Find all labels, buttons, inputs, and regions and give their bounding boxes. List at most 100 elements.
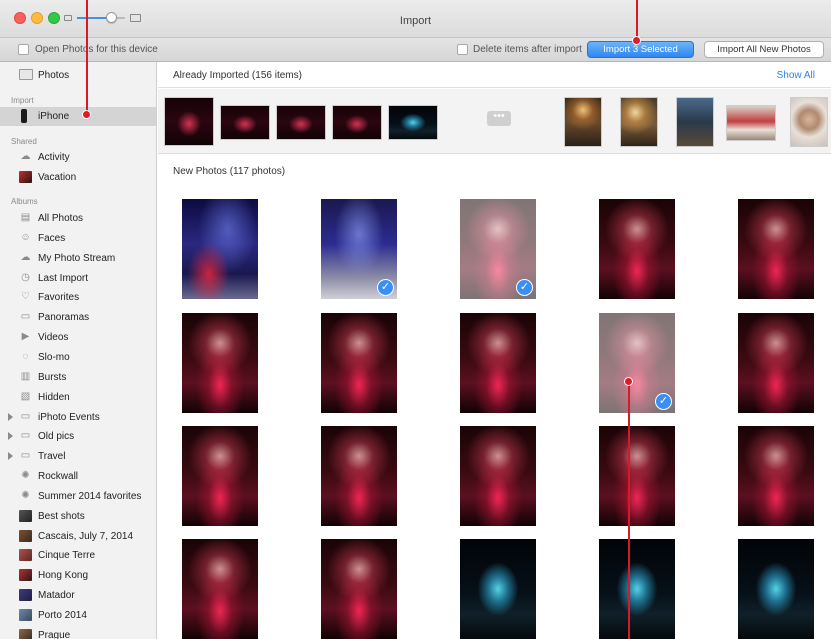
callout-line-photo-selection xyxy=(628,381,630,639)
imported-thumbnail[interactable] xyxy=(276,105,326,140)
sidebar-item-label: Rockwall xyxy=(38,471,79,482)
new-photo-thumbnail-selected[interactable]: ✓ xyxy=(460,199,536,299)
sidebar-item-porto-2014[interactable]: Porto 2014 xyxy=(0,606,156,625)
sidebar-item-label: Vacation xyxy=(38,172,77,183)
sidebar-item-vacation[interactable]: Vacation xyxy=(0,168,156,187)
new-photo-thumbnail-selected[interactable]: ✓ xyxy=(321,199,397,299)
sidebar-item-videos[interactable]: ▶ Videos xyxy=(0,328,156,347)
sidebar-item-label: Best shots xyxy=(38,511,85,522)
open-photos-checkbox[interactable] xyxy=(18,44,29,55)
new-photo-thumbnail[interactable] xyxy=(182,199,258,299)
folder-icon: ▭ xyxy=(20,450,31,461)
video-icon: ▶ xyxy=(21,331,30,342)
folder-icon: ▭ xyxy=(20,411,31,422)
callout-dot-iphone xyxy=(82,110,91,119)
disclosure-triangle-icon[interactable] xyxy=(8,432,13,440)
sidebar-item-label: Panoramas xyxy=(38,312,90,323)
sidebar-item-cinque-terre[interactable]: Cinque Terre xyxy=(0,546,156,565)
show-all-link[interactable]: Show All xyxy=(777,70,815,81)
sidebar-item-matador[interactable]: Matador xyxy=(0,586,156,605)
new-photo-thumbnail[interactable] xyxy=(738,426,814,526)
sidebar-item-photos[interactable]: Photos xyxy=(0,66,156,85)
delete-items-checkbox[interactable] xyxy=(457,44,468,55)
imported-thumbnail[interactable] xyxy=(726,105,776,141)
sidebar-item-activity[interactable]: ☁ Activity xyxy=(0,148,156,167)
imported-thumbnail[interactable] xyxy=(676,97,714,147)
clock-icon: ◷ xyxy=(21,272,30,283)
more-thumbnails-indicator[interactable]: ••• xyxy=(487,111,511,126)
sidebar-item-favorites[interactable]: ♡ Favorites xyxy=(0,288,156,307)
album-thumbnail xyxy=(19,510,32,522)
sidebar-item-slo-mo[interactable]: ◌ Slo-mo xyxy=(0,348,156,367)
new-photo-thumbnail[interactable] xyxy=(182,426,258,526)
sidebar-item-best-shots[interactable]: Best shots xyxy=(0,507,156,526)
folder-icon: ▭ xyxy=(20,430,31,441)
title-bar: Import xyxy=(0,0,831,38)
import-all-new-photos-button[interactable]: Import All New Photos xyxy=(704,41,824,58)
imported-thumbnail[interactable] xyxy=(332,105,382,140)
sidebar-item-bursts[interactable]: ▥ Bursts xyxy=(0,368,156,387)
sidebar-item-label: Favorites xyxy=(38,292,80,303)
new-photo-thumbnail[interactable] xyxy=(738,199,814,299)
new-photo-thumbnail[interactable] xyxy=(321,539,397,639)
imported-thumbnail[interactable] xyxy=(620,97,658,147)
sidebar-item-label: Photos xyxy=(38,70,70,81)
sidebar-item-hidden[interactable]: ▧ Hidden xyxy=(0,388,156,407)
sidebar-item-label: Old pics xyxy=(38,431,75,442)
sidebar-item-old-pics[interactable]: ▭ Old pics xyxy=(0,427,156,446)
callout-dot-photo-selection xyxy=(624,377,633,386)
sidebar-item-last-import[interactable]: ◷ Last Import xyxy=(0,269,156,288)
already-imported-strip: ••• xyxy=(158,89,831,154)
album-thumbnail xyxy=(19,569,32,581)
sidebar-item-faces[interactable]: ☺ Faces xyxy=(0,229,156,248)
sidebar-item-label: iPhone xyxy=(38,111,70,122)
sidebar-item-label: Matador xyxy=(38,590,75,601)
sidebar-item-label: Last Import xyxy=(38,273,89,284)
sidebar-item-my-photo-stream[interactable]: ☁ My Photo Stream xyxy=(0,249,156,268)
sidebar-item-iphoto-events[interactable]: ▭ iPhoto Events xyxy=(0,408,156,427)
new-photo-thumbnail[interactable] xyxy=(182,539,258,639)
imported-thumbnail[interactable] xyxy=(388,105,438,140)
new-photo-thumbnail[interactable] xyxy=(460,539,536,639)
sidebar-item-iphone[interactable]: iPhone xyxy=(0,107,156,126)
sidebar-item-panoramas[interactable]: ▭ Panoramas xyxy=(0,308,156,327)
disclosure-triangle-icon[interactable] xyxy=(8,452,13,460)
sidebar-item-travel[interactable]: ▭ Travel xyxy=(0,447,156,466)
new-photo-thumbnail[interactable] xyxy=(599,199,675,299)
cloud-icon: ☁ xyxy=(20,252,31,263)
new-photo-thumbnail[interactable] xyxy=(738,539,814,639)
sidebar-item-label: Activity xyxy=(38,152,70,163)
import-selected-button[interactable]: Import 3 Selected xyxy=(587,41,694,58)
sidebar-item-label: Hidden xyxy=(38,392,70,403)
sidebar-item-all-photos[interactable]: ▤ All Photos xyxy=(0,209,156,228)
window-title: Import xyxy=(399,15,432,27)
sidebar-item-label: All Photos xyxy=(38,213,84,224)
new-photo-thumbnail[interactable] xyxy=(599,426,675,526)
sidebar-item-prague[interactable]: Prague xyxy=(0,626,156,639)
imported-thumbnail[interactable] xyxy=(164,97,214,146)
new-photo-thumbnail[interactable] xyxy=(182,313,258,413)
sidebar-item-rockwall[interactable]: ✺ Rockwall xyxy=(0,467,156,486)
sidebar-item-label: Travel xyxy=(38,451,66,462)
sidebar-item-hong-kong[interactable]: Hong Kong xyxy=(0,566,156,585)
slomo-icon: ◌ xyxy=(22,351,29,362)
album-thumbnail xyxy=(19,530,32,542)
new-photo-thumbnail[interactable] xyxy=(321,426,397,526)
new-photo-thumbnail[interactable] xyxy=(460,313,536,413)
sidebar-section-import: Import xyxy=(11,96,34,105)
new-photo-thumbnail[interactable] xyxy=(599,539,675,639)
new-photo-thumbnail-selected[interactable]: ✓ xyxy=(599,313,675,413)
new-photo-thumbnail[interactable] xyxy=(321,313,397,413)
photos-library-icon xyxy=(19,69,33,80)
sidebar-item-summer-2014-favorites[interactable]: ✺ Summer 2014 favorites xyxy=(0,487,156,506)
disclosure-triangle-icon[interactable] xyxy=(8,413,13,421)
album-thumbnail xyxy=(19,609,32,621)
new-photo-thumbnail[interactable] xyxy=(738,313,814,413)
sidebar-item-cascais-july-7-2014[interactable]: Cascais, July 7, 2014 xyxy=(0,527,156,546)
new-photo-thumbnail[interactable] xyxy=(460,426,536,526)
imported-thumbnail[interactable] xyxy=(564,97,602,147)
already-imported-header: Already Imported (156 items) Show All xyxy=(158,62,831,88)
imported-thumbnail[interactable] xyxy=(220,105,270,140)
imported-thumbnail[interactable] xyxy=(790,97,828,147)
sidebar-section-albums: Albums xyxy=(11,197,38,206)
